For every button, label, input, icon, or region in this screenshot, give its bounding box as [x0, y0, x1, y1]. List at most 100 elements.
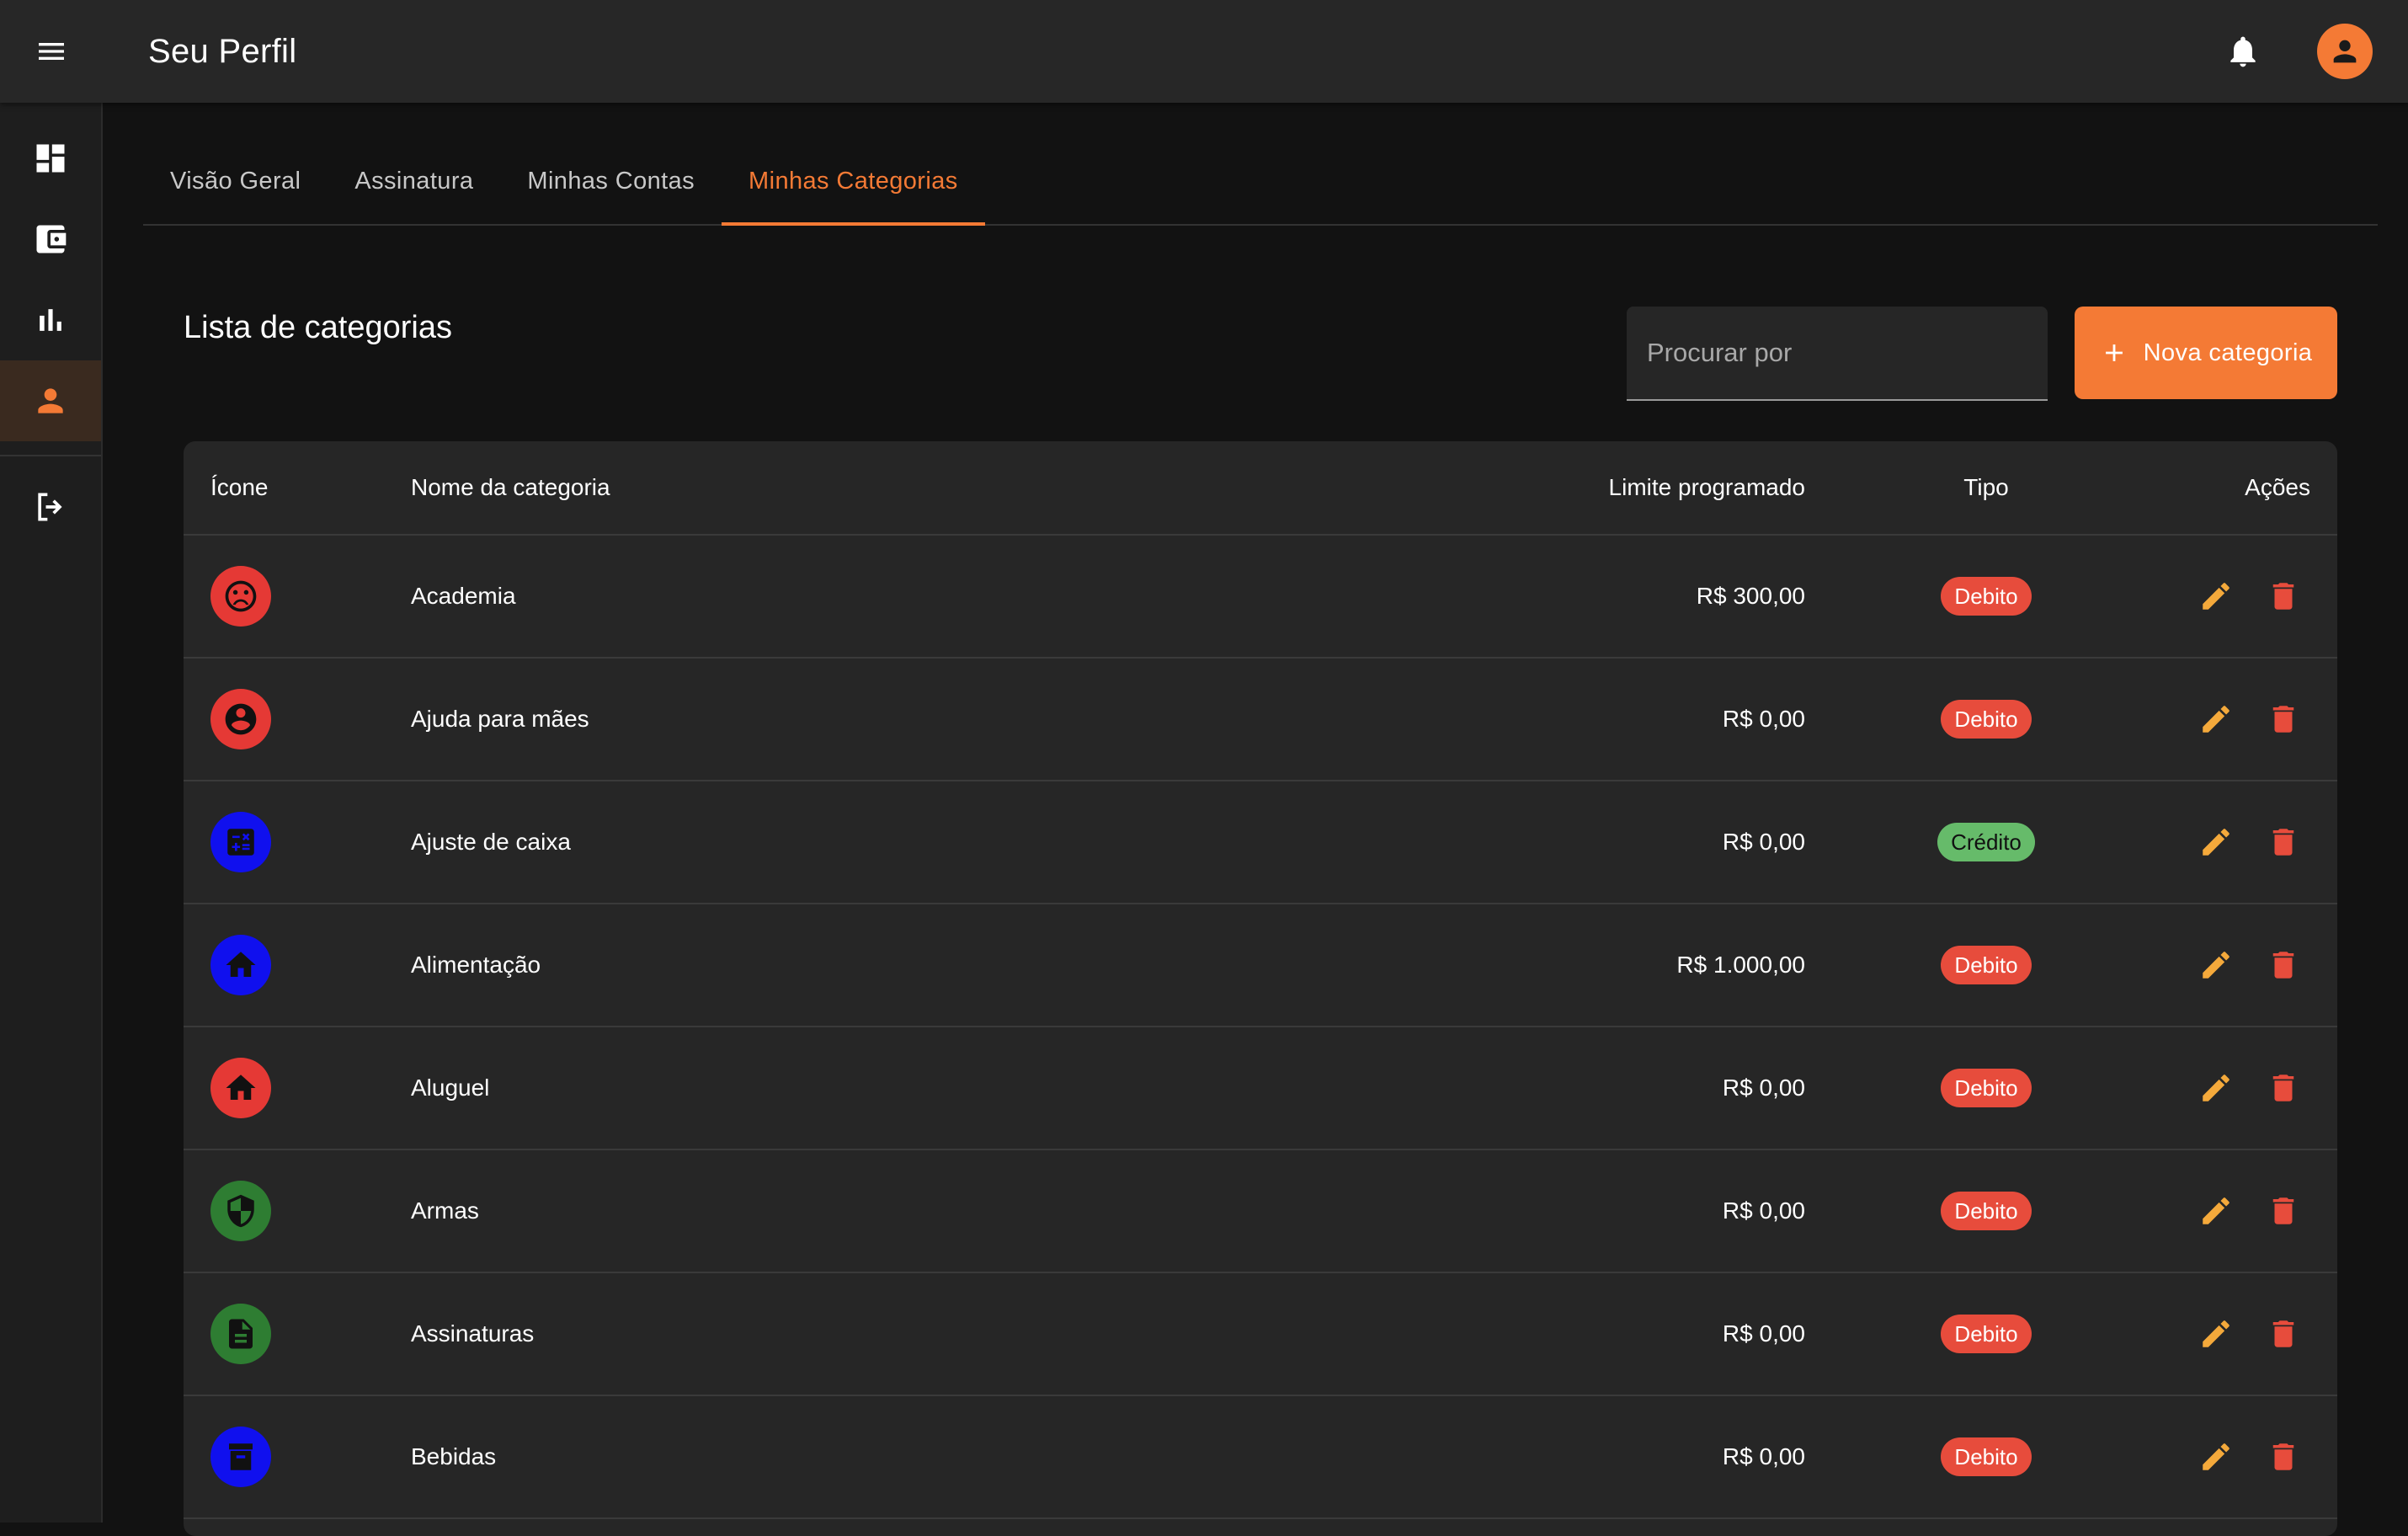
menu-icon [39, 43, 64, 60]
trash-icon [2272, 1443, 2294, 1470]
category-name: Armas [411, 1197, 479, 1224]
category-name: Alimentação [411, 952, 541, 978]
trash-icon [2272, 1197, 2294, 1224]
plus-icon [2100, 339, 2128, 367]
trash-icon [2272, 706, 2294, 733]
delete-button[interactable] [2256, 1061, 2310, 1115]
tab-assinatura[interactable]: Assinatura [328, 138, 500, 224]
category-name: Bebidas [411, 1443, 497, 1469]
delete-button[interactable] [2256, 692, 2310, 746]
tab-minhas-contas[interactable]: Minhas Contas [500, 138, 722, 224]
bar-chart-icon [40, 309, 61, 331]
category-limit: R$ 0,00 [1722, 1320, 1805, 1347]
section-title: Lista de categorias [184, 310, 452, 345]
bell-icon [2230, 36, 2256, 67]
header-icon: Ícone [210, 474, 269, 500]
header-actions: Ações [2245, 474, 2310, 500]
document-icon [229, 1319, 253, 1349]
sidebar-item-wallet[interactable] [0, 199, 101, 280]
avatar[interactable] [2317, 24, 2373, 79]
trash-icon [2272, 1075, 2294, 1101]
category-limit: R$ 0,00 [1722, 1075, 1805, 1101]
type-badge: Debito [1941, 1437, 2032, 1476]
account-circle-icon [225, 703, 257, 735]
trash-icon [2272, 829, 2294, 856]
category-icon [210, 935, 271, 995]
delete-button[interactable] [2256, 1307, 2310, 1361]
type-badge: Debito [1941, 1069, 2032, 1107]
table-row: Armas R$ 0,00 Debito [184, 1150, 2337, 1273]
table-row: Academia R$ 300,00 Debito [184, 536, 2337, 659]
notifications-button[interactable] [2209, 18, 2277, 85]
category-limit: R$ 0,00 [1722, 1443, 1805, 1469]
dashboard-icon [36, 144, 65, 173]
profile-tabs: Visão Geral Assinatura Minhas Contas Min… [143, 138, 2378, 226]
table-row: Ajuda para mães R$ 0,00 Debito [184, 659, 2337, 781]
pencil-icon [2203, 1443, 2230, 1470]
person-icon [38, 388, 63, 413]
sidebar-item-profile[interactable] [0, 360, 101, 441]
type-badge: Debito [1941, 700, 2032, 739]
new-category-button[interactable]: Nova categoria [2075, 307, 2337, 399]
delete-button[interactable] [2256, 938, 2310, 992]
header-limit: Limite programado [1608, 474, 1805, 500]
pencil-icon [2203, 1197, 2230, 1224]
top-app-bar: Seu Perfil [0, 0, 2408, 103]
person-icon [2333, 40, 2357, 63]
calculator-icon [227, 829, 254, 856]
tab-minhas-categorias[interactable]: Minhas Categorias [722, 138, 985, 226]
delete-button[interactable] [2256, 1430, 2310, 1484]
sidebar-item-dashboard[interactable] [0, 118, 101, 199]
category-name: Assinaturas [411, 1320, 535, 1347]
category-name: Ajuda para mães [411, 706, 589, 732]
delete-button[interactable] [2256, 1184, 2310, 1238]
category-icon [210, 1181, 271, 1241]
edit-button[interactable] [2189, 692, 2243, 746]
header-name: Nome da categoria [411, 474, 610, 500]
edit-button[interactable] [2189, 1430, 2243, 1484]
category-limit: R$ 300,00 [1696, 583, 1805, 609]
category-icon [210, 812, 271, 872]
edit-button[interactable] [2189, 815, 2243, 869]
category-icon [210, 566, 271, 627]
sidebar [0, 103, 103, 1523]
categories-table: Ícone Nome da categoria Limite programad… [184, 441, 2337, 1536]
table-row: Bebidas R$ 0,00 Debito [184, 1396, 2337, 1519]
category-name: Academia [411, 583, 516, 609]
new-category-label: Nova categoria [2143, 339, 2313, 366]
category-icon [210, 1304, 271, 1364]
type-badge: Debito [1941, 1192, 2032, 1230]
category-icon [210, 1427, 271, 1487]
sidebar-divider [0, 455, 101, 456]
edit-button[interactable] [2189, 1184, 2243, 1238]
category-icon [210, 689, 271, 749]
pencil-icon [2203, 583, 2230, 610]
table-row: Ajuste de caixa R$ 0,00 Crédito [184, 781, 2337, 904]
sidebar-item-logout[interactable] [0, 467, 101, 547]
trash-icon [2272, 583, 2294, 610]
edit-button[interactable] [2189, 1307, 2243, 1361]
pencil-icon [2203, 706, 2230, 733]
wallet-icon [36, 225, 67, 253]
type-badge: Debito [1941, 946, 2032, 984]
search-field [1627, 307, 2048, 401]
menu-button[interactable] [0, 0, 103, 103]
table-row: Assinaturas R$ 0,00 Debito [184, 1273, 2337, 1396]
home-icon [226, 952, 256, 977]
page-title: Seu Perfil [148, 32, 297, 70]
shield-icon [227, 1194, 254, 1228]
edit-button[interactable] [2189, 569, 2243, 623]
tab-visao-geral[interactable]: Visão Geral [143, 138, 328, 224]
edit-button[interactable] [2189, 1061, 2243, 1115]
delete-button[interactable] [2256, 815, 2310, 869]
category-name: Aluguel [411, 1075, 490, 1101]
table-header: Ícone Nome da categoria Limite programad… [184, 441, 2337, 536]
table-row: Aluguel R$ 0,00 Debito [184, 1027, 2337, 1150]
pencil-icon [2203, 829, 2230, 856]
search-input[interactable] [1627, 307, 2048, 399]
sidebar-item-reports[interactable] [0, 280, 101, 360]
category-name: Ajuste de caixa [411, 829, 571, 855]
delete-button[interactable] [2256, 569, 2310, 623]
edit-button[interactable] [2189, 938, 2243, 992]
pencil-icon [2203, 1075, 2230, 1101]
